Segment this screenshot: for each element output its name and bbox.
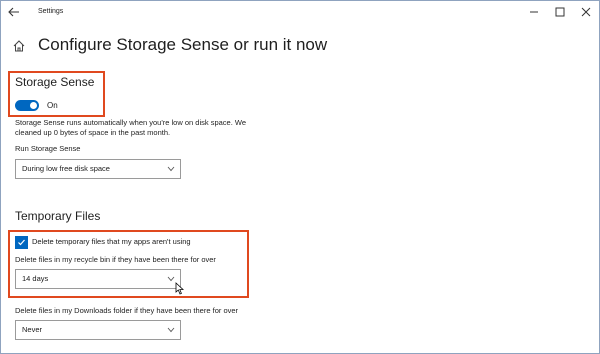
run-storage-sense-dropdown[interactable]: During low free disk space: [15, 159, 181, 179]
minimize-icon: [530, 11, 538, 13]
window-title: Settings: [38, 8, 64, 15]
title-bar: Settings: [1, 1, 599, 25]
downloads-folder-label: Delete files in my Downloads folder if t…: [15, 306, 239, 315]
settings-window: Settings Configure Storage Sense or run …: [0, 0, 600, 354]
temporary-files-highlight: [8, 230, 249, 298]
back-arrow-icon: [8, 7, 19, 17]
temporary-files-heading: Temporary Files: [15, 209, 101, 223]
back-button[interactable]: [7, 4, 21, 20]
close-button[interactable]: [571, 3, 599, 21]
storage-sense-highlight: [8, 71, 105, 117]
storage-sense-description-line2: cleaned up 0 bytes of space in the past …: [15, 128, 171, 137]
storage-sense-description-line1: Storage Sense runs automatically when yo…: [15, 118, 246, 127]
mouse-cursor-icon: [175, 282, 184, 295]
downloads-folder-dropdown[interactable]: Never: [15, 320, 181, 340]
dropdown-value: During low free disk space: [22, 164, 110, 173]
chevron-down-icon: [167, 166, 175, 172]
home-icon[interactable]: [12, 39, 26, 53]
dropdown-value: Never: [22, 325, 43, 334]
maximize-icon: [555, 7, 565, 17]
run-storage-sense-label: Run Storage Sense: [15, 144, 81, 153]
chevron-down-icon: [167, 327, 175, 333]
page-title: Configure Storage Sense or run it now: [38, 35, 328, 54]
close-icon: [581, 7, 591, 17]
